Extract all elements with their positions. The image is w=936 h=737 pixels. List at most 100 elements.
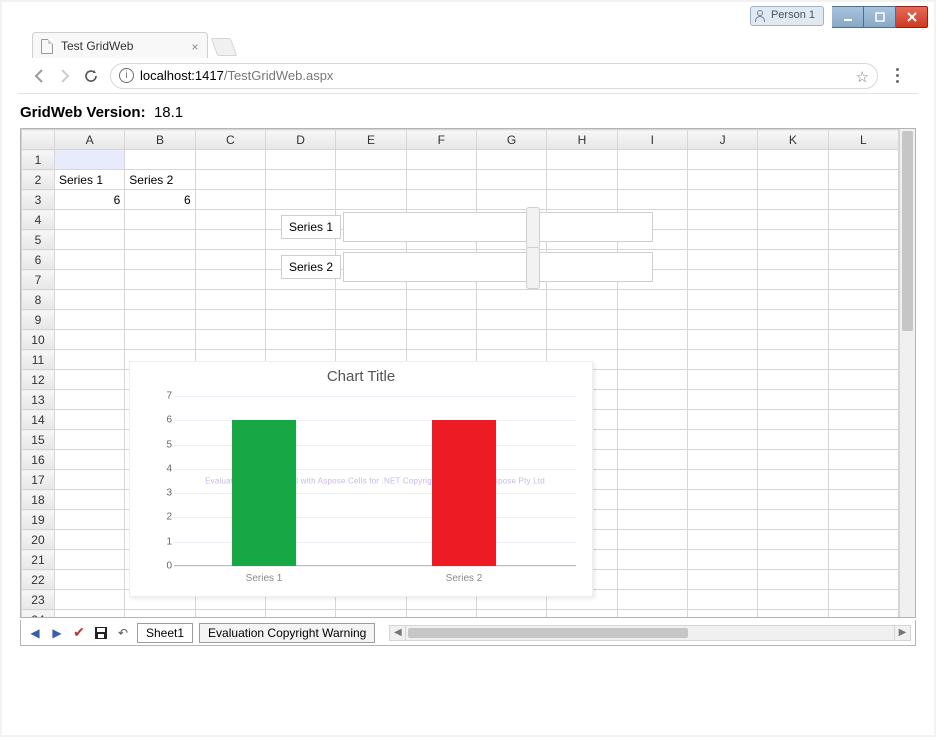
cell-K16[interactable] — [758, 450, 828, 470]
sheet-tab-evaluation-warning[interactable]: Evaluation Copyright Warning — [199, 623, 375, 643]
row-header-3[interactable]: 3 — [22, 190, 55, 210]
cell-E10[interactable] — [336, 330, 406, 350]
cell-K8[interactable] — [758, 290, 828, 310]
cell-E3[interactable] — [336, 190, 406, 210]
cell-K7[interactable] — [758, 270, 828, 290]
window-maximize-button[interactable] — [864, 6, 896, 28]
cell-J18[interactable] — [687, 490, 757, 510]
cell-H1[interactable] — [547, 150, 617, 170]
cell-H10[interactable] — [547, 330, 617, 350]
cell-C7[interactable] — [195, 270, 265, 290]
cell-B5[interactable] — [125, 230, 195, 250]
row-header-1[interactable]: 1 — [22, 150, 55, 170]
vertical-scrollbar[interactable] — [899, 129, 915, 617]
cell-J7[interactable] — [687, 270, 757, 290]
cell-J22[interactable] — [687, 570, 757, 590]
cell-K2[interactable] — [758, 170, 828, 190]
cell-L16[interactable] — [828, 450, 898, 470]
new-tab-button[interactable] — [211, 38, 238, 56]
cell-L10[interactable] — [828, 330, 898, 350]
cell-L13[interactable] — [828, 390, 898, 410]
cell-E1[interactable] — [336, 150, 406, 170]
row-header-15[interactable]: 15 — [22, 430, 55, 450]
row-header-16[interactable]: 16 — [22, 450, 55, 470]
cell-L1[interactable] — [828, 150, 898, 170]
row-header-19[interactable]: 19 — [22, 510, 55, 530]
cell-A8[interactable] — [54, 290, 124, 310]
cell-I2[interactable] — [617, 170, 687, 190]
cell-I10[interactable] — [617, 330, 687, 350]
cell-A24[interactable] — [54, 610, 124, 618]
cell-C24[interactable] — [195, 610, 265, 618]
cell-D8[interactable] — [265, 290, 335, 310]
cell-K14[interactable] — [758, 410, 828, 430]
cell-L7[interactable] — [828, 270, 898, 290]
cell-D3[interactable] — [265, 190, 335, 210]
cell-B2[interactable]: Series 2 — [125, 170, 195, 190]
cell-G8[interactable] — [476, 290, 546, 310]
cell-B8[interactable] — [125, 290, 195, 310]
cell-B3[interactable]: 6 — [125, 190, 195, 210]
cell-L17[interactable] — [828, 470, 898, 490]
cell-L24[interactable] — [828, 610, 898, 618]
nav-back-button[interactable] — [26, 63, 52, 89]
cell-I19[interactable] — [617, 510, 687, 530]
cell-A18[interactable] — [54, 490, 124, 510]
cell-L23[interactable] — [828, 590, 898, 610]
browser-tab[interactable]: Test GridWeb × — [32, 32, 208, 60]
cell-J19[interactable] — [687, 510, 757, 530]
cell-A14[interactable] — [54, 410, 124, 430]
cell-I20[interactable] — [617, 530, 687, 550]
cell-K15[interactable] — [758, 430, 828, 450]
cell-C10[interactable] — [195, 330, 265, 350]
cell-A16[interactable] — [54, 450, 124, 470]
cell-H2[interactable] — [547, 170, 617, 190]
cell-F1[interactable] — [406, 150, 476, 170]
cell-I11[interactable] — [617, 350, 687, 370]
column-header-A[interactable]: A — [54, 130, 124, 150]
row-header-12[interactable]: 12 — [22, 370, 55, 390]
row-header-14[interactable]: 14 — [22, 410, 55, 430]
hscroll-left-button[interactable]: ◀ — [390, 626, 406, 640]
cell-B1[interactable] — [125, 150, 195, 170]
site-info-icon[interactable]: i — [119, 68, 134, 83]
column-header-L[interactable]: L — [828, 130, 898, 150]
cell-J10[interactable] — [687, 330, 757, 350]
cell-K20[interactable] — [758, 530, 828, 550]
cell-L5[interactable] — [828, 230, 898, 250]
cell-J3[interactable] — [687, 190, 757, 210]
cell-J2[interactable] — [687, 170, 757, 190]
row-header-18[interactable]: 18 — [22, 490, 55, 510]
cell-I1[interactable] — [617, 150, 687, 170]
cell-J11[interactable] — [687, 350, 757, 370]
cell-C1[interactable] — [195, 150, 265, 170]
select-all-corner[interactable] — [22, 130, 55, 150]
cell-J15[interactable] — [687, 430, 757, 450]
cell-H9[interactable] — [547, 310, 617, 330]
cell-K24[interactable] — [758, 610, 828, 618]
commit-button[interactable]: ✔ — [71, 625, 87, 641]
cell-J12[interactable] — [687, 370, 757, 390]
cell-D24[interactable] — [265, 610, 335, 618]
row-header-4[interactable]: 4 — [22, 210, 55, 230]
cell-L6[interactable] — [828, 250, 898, 270]
cell-A1[interactable] — [54, 150, 124, 170]
cell-D1[interactable] — [265, 150, 335, 170]
cell-A13[interactable] — [54, 390, 124, 410]
cell-A11[interactable] — [54, 350, 124, 370]
row-header-11[interactable]: 11 — [22, 350, 55, 370]
cell-C3[interactable] — [195, 190, 265, 210]
cell-C4[interactable] — [195, 210, 265, 230]
row-header-24[interactable]: 24 — [22, 610, 55, 618]
cell-L3[interactable] — [828, 190, 898, 210]
column-header-G[interactable]: G — [476, 130, 546, 150]
undo-button[interactable]: ↶ — [115, 625, 131, 641]
column-header-K[interactable]: K — [758, 130, 828, 150]
cell-J20[interactable] — [687, 530, 757, 550]
series1-slider-track[interactable] — [343, 212, 653, 242]
cell-D9[interactable] — [265, 310, 335, 330]
spreadsheet-grid[interactable]: ABCDEFGHIJKL 12Series 1Series 2366456789… — [21, 129, 899, 617]
series2-slider-track[interactable] — [343, 252, 653, 282]
cell-C8[interactable] — [195, 290, 265, 310]
series2-slider-thumb[interactable] — [526, 247, 540, 289]
